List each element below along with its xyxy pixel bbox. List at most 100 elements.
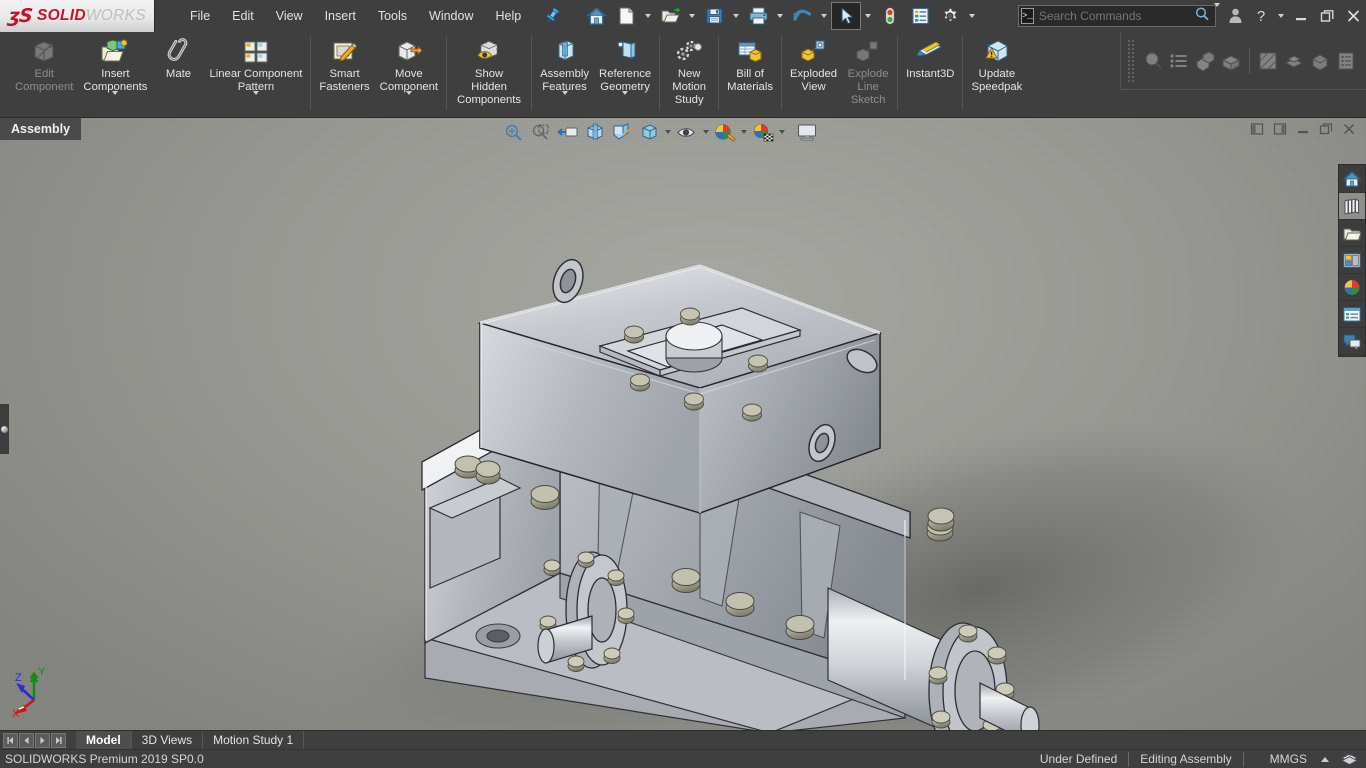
reference-geometry-dropdown[interactable] [622, 91, 629, 113]
tab-model[interactable]: Model [76, 730, 132, 750]
edit-appearance-icon[interactable] [711, 120, 738, 144]
search-input[interactable] [1038, 9, 1194, 23]
minimize-icon[interactable] [1294, 120, 1312, 138]
select-dropdown[interactable] [862, 3, 874, 29]
move-component-dropdown[interactable] [405, 91, 412, 113]
zoom-to-area-icon[interactable] [527, 120, 554, 144]
shaded-cube-icon[interactable] [1307, 48, 1333, 74]
settings-dropdown[interactable] [966, 3, 978, 29]
open-box-icon[interactable] [1218, 48, 1244, 74]
restore-right-icon[interactable] [1271, 120, 1289, 138]
scene-dropdown[interactable] [776, 120, 787, 144]
undo-dropdown[interactable] [818, 3, 830, 29]
ribbon-exploded-view[interactable]: Exploded View [785, 32, 842, 94]
property-list-icon[interactable] [1333, 48, 1359, 74]
ribbon-linear-component-pattern[interactable]: Linear Component Pattern [204, 32, 307, 113]
view-settings-icon[interactable] [793, 120, 820, 144]
tab-3d-views[interactable]: 3D Views [132, 730, 204, 750]
menu-edit[interactable]: Edit [221, 5, 265, 27]
file-explorer-icon[interactable] [1339, 220, 1365, 247]
ribbon-new-motion-study[interactable]: New Motion Study [663, 32, 715, 107]
open-folder-icon[interactable] [656, 3, 684, 29]
isometric-blocks-icon[interactable] [1192, 48, 1218, 74]
view-orientation-icon[interactable] [608, 120, 635, 144]
save-icon[interactable] [700, 3, 728, 29]
ribbon-smart-fasteners[interactable]: Smart Fasteners [314, 32, 374, 94]
ribbon-assembly-features[interactable]: Assembly Features [535, 32, 594, 113]
help-button[interactable]: ? [1248, 0, 1274, 32]
magnifier-icon[interactable] [1194, 6, 1211, 27]
insert-components-dropdown[interactable] [112, 91, 119, 113]
ribbon-show-hidden-components[interactable]: Show Hidden Components [450, 32, 528, 107]
toolbar-grip-handle[interactable] [1127, 38, 1134, 83]
menu-help[interactable]: Help [485, 5, 533, 27]
print-dropdown[interactable] [774, 3, 786, 29]
home-icon[interactable] [582, 3, 610, 29]
help-dropdown[interactable] [1274, 0, 1288, 32]
status-units[interactable]: MMGS [1256, 752, 1313, 766]
ribbon-move-component[interactable]: Move Component [375, 32, 443, 113]
close-window-icon[interactable] [1340, 120, 1358, 138]
assembly-features-dropdown[interactable] [561, 91, 568, 113]
pushpin-icon[interactable] [542, 6, 562, 26]
menu-window[interactable]: Window [418, 5, 484, 27]
list-icon[interactable] [1166, 48, 1192, 74]
menu-file[interactable]: File [179, 5, 221, 27]
ribbon-explode-line-sketch[interactable]: Explode Line Sketch [842, 32, 894, 107]
search-commands-box[interactable]: >_ [1018, 3, 1220, 27]
custom-properties-icon[interactable] [1339, 301, 1365, 328]
hide-show-items-icon[interactable] [673, 120, 700, 144]
close-icon[interactable] [1340, 0, 1366, 32]
options-list-icon[interactable] [906, 3, 934, 29]
stack-icon[interactable] [1281, 48, 1307, 74]
layers-icon[interactable] [1339, 750, 1366, 768]
restore-window-icon[interactable] [1317, 120, 1335, 138]
ribbon-bill-of-materials[interactable]: Bill of Materials [722, 32, 778, 94]
undo-icon[interactable] [788, 3, 816, 29]
save-dropdown[interactable] [730, 3, 742, 29]
rebuild-traffic-light-icon[interactable] [876, 3, 904, 29]
design-library-icon[interactable] [1339, 193, 1365, 220]
chevron-up-icon[interactable] [1321, 756, 1329, 762]
menu-insert[interactable]: Insert [314, 5, 367, 27]
tab-motion-study-1[interactable]: Motion Study 1 [203, 730, 305, 750]
menu-tools[interactable]: Tools [367, 5, 418, 27]
new-document-icon[interactable] [612, 3, 640, 29]
zoom-to-fit-icon[interactable] [500, 120, 527, 144]
zoom-select-icon[interactable] [1140, 48, 1166, 74]
menu-view[interactable]: View [265, 5, 314, 27]
new-document-dropdown[interactable] [642, 3, 654, 29]
select-arrow-icon[interactable] [831, 2, 862, 30]
last-icon[interactable] [51, 732, 66, 748]
next-icon[interactable] [35, 732, 50, 748]
print-icon[interactable] [744, 3, 772, 29]
ribbon-instant3d[interactable]: Instant3D [901, 32, 959, 81]
feature-manager-splitter-handle[interactable] [0, 404, 9, 454]
previous-view-icon[interactable] [554, 120, 581, 144]
prev-icon[interactable] [19, 732, 34, 748]
gearbox-assembly-3d-model[interactable] [0, 118, 1366, 730]
appearances-scenes-icon[interactable] [1339, 274, 1365, 301]
graphics-viewport[interactable]: Assembly Z Y X [0, 118, 1366, 730]
ribbon-insert-components[interactable]: Insert Components [78, 32, 152, 113]
solidworks-forum-icon[interactable] [1339, 328, 1365, 355]
pattern-grid-icon[interactable] [1255, 48, 1281, 74]
hide-show-dropdown[interactable] [700, 120, 711, 144]
ribbon-reference-geometry[interactable]: Reference Geometry [594, 32, 656, 113]
assembly-context-tab[interactable]: Assembly [0, 118, 82, 140]
appearance-dropdown[interactable] [738, 120, 749, 144]
ribbon-mate[interactable]: Mate [152, 32, 204, 81]
open-folder-dropdown[interactable] [686, 3, 698, 29]
first-icon[interactable] [3, 732, 18, 748]
restore-left-icon[interactable] [1248, 120, 1266, 138]
ribbon-update-speedpak[interactable]: Update Speedpak [966, 32, 1027, 94]
minimize-icon[interactable] [1288, 0, 1314, 32]
display-style-icon[interactable] [635, 120, 662, 144]
section-view-icon[interactable] [581, 120, 608, 144]
settings-gear-icon[interactable] [936, 3, 964, 29]
user-account-icon[interactable] [1222, 0, 1248, 32]
home-task-icon[interactable] [1339, 166, 1365, 193]
linear-pattern-dropdown[interactable] [252, 91, 259, 113]
ribbon-edit-component[interactable]: Edit Component [10, 32, 78, 94]
apply-scene-icon[interactable] [749, 120, 776, 144]
